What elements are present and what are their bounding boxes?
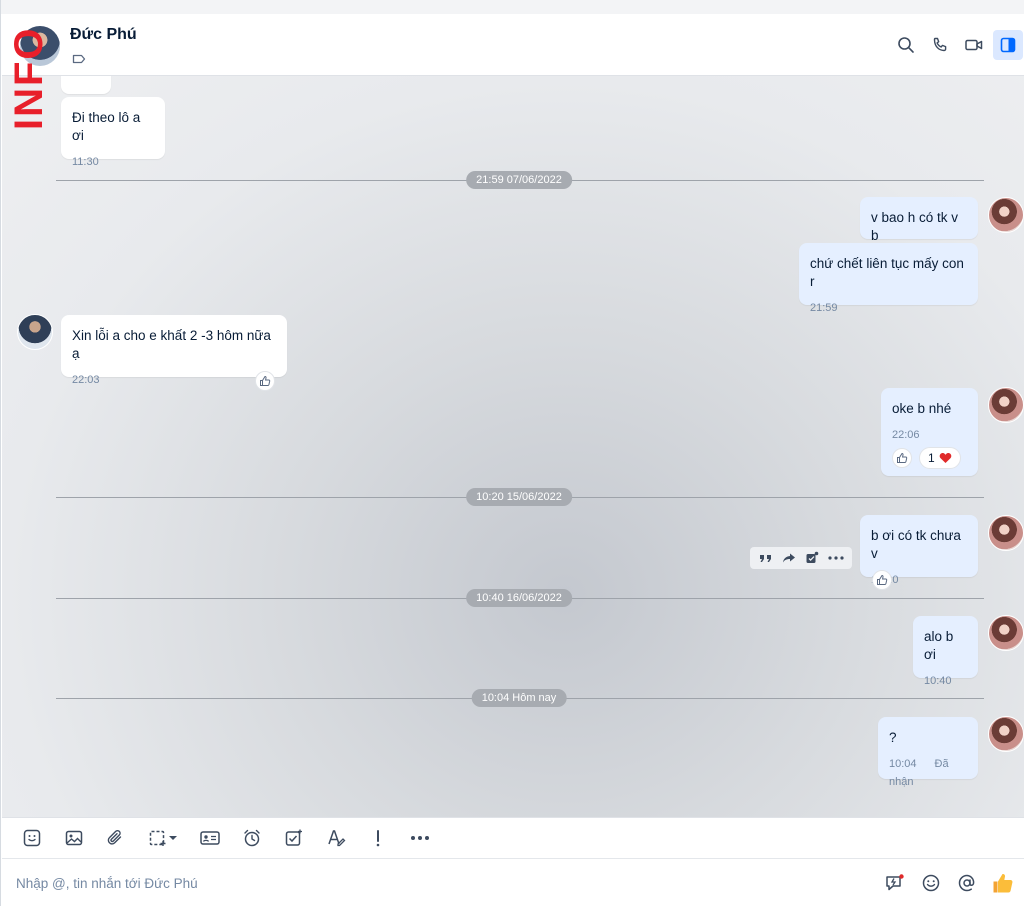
contact-card-icon (200, 831, 220, 845)
thumbs-up-emoji-icon (993, 873, 1013, 893)
exclamation-icon (376, 830, 380, 847)
date-divider-label: 10:04 Hôm nay (471, 689, 567, 707)
video-camera-icon (965, 39, 983, 51)
assign-task-button[interactable] (278, 822, 310, 854)
forward-icon[interactable] (782, 552, 796, 564)
my-avatar[interactable] (988, 615, 1024, 651)
my-avatar[interactable] (988, 515, 1024, 551)
message-bubble-incoming[interactable]: Đi theo lô a ơi 11:30 (61, 97, 165, 168)
task-check-icon (285, 829, 302, 846)
text-format-button[interactable] (320, 822, 352, 854)
quick-message-icon (886, 874, 904, 891)
thumbs-up-icon (897, 452, 908, 463)
heart-icon (939, 453, 951, 463)
contact-avatar[interactable] (20, 26, 60, 66)
date-divider-label: 10:40 16/06/2022 (466, 589, 572, 607)
send-image-button[interactable] (58, 822, 90, 854)
message-time: 22:03 (72, 374, 100, 386)
date-divider-label: 10:20 15/06/2022 (466, 488, 572, 506)
emoji-button[interactable] (917, 869, 945, 897)
message-bubble-incoming[interactable]: Xin lỗi a cho e khất 2 -3 hôm nữa ạ 22:0… (61, 315, 287, 386)
react-button[interactable] (255, 371, 275, 391)
message-text: oke b nhé (892, 401, 952, 416)
thumbs-up-icon (260, 375, 271, 386)
message-text: b ơi có tk chưa v (871, 528, 961, 561)
composer-toolbar (2, 817, 1024, 859)
message-time: 21:59 (810, 302, 838, 314)
screenshot-icon (149, 830, 166, 846)
chat-window: INFO Đức Phú Đi theo lô a ơi 11:30 21:59… (0, 0, 1024, 906)
composer-tools (881, 869, 1017, 897)
text-format-icon (328, 830, 346, 847)
my-avatar[interactable] (988, 387, 1024, 423)
react-button[interactable] (872, 570, 892, 590)
tag-icon[interactable] (72, 52, 86, 66)
message-list[interactable]: Đi theo lô a ơi 11:30 21:59 07/06/2022 v… (2, 76, 1024, 817)
quick-message-button[interactable] (881, 869, 909, 897)
message-input[interactable] (16, 871, 836, 895)
screenshot-button[interactable] (142, 822, 184, 854)
message-text: v bao h có tk v b (871, 210, 959, 243)
message-time: 10:04 (889, 758, 917, 770)
message-meta: 10:04 Đã nhận (889, 755, 967, 791)
video-call-button[interactable] (959, 30, 989, 60)
message-actions (750, 547, 852, 569)
mark-important-button[interactable] (362, 822, 394, 854)
quick-like-button[interactable] (989, 869, 1017, 897)
paperclip-icon (107, 829, 122, 845)
message-text: ? (889, 730, 897, 745)
top-strip (1, 0, 1024, 14)
contact-name[interactable]: Đức Phú (70, 26, 137, 44)
quote-icon[interactable] (759, 552, 773, 564)
react-button[interactable] (892, 448, 912, 468)
at-sign-icon (958, 874, 975, 892)
edit-task-icon[interactable] (805, 551, 819, 565)
message-composer (2, 859, 1024, 906)
more-horizontal-icon (411, 836, 429, 840)
sticker-button[interactable] (16, 822, 48, 854)
message-text: chứ chết liên tục mấy con r (810, 256, 964, 289)
message-text: Đi theo lô a ơi (72, 110, 141, 143)
message-time: 10:40 (924, 675, 952, 687)
my-avatar[interactable] (988, 197, 1024, 233)
message-text: Xin lỗi a cho e khất 2 -3 hôm nữa ạ (72, 328, 271, 361)
header-tools (891, 30, 1023, 60)
contact-message-avatar[interactable] (17, 314, 53, 350)
my-avatar[interactable] (988, 716, 1024, 752)
reminder-button[interactable] (236, 822, 268, 854)
send-contact-card-button[interactable] (194, 822, 226, 854)
message-text: alo b ơi (924, 629, 954, 662)
emoji-icon (922, 874, 940, 892)
message-time: 22:06 (892, 429, 920, 441)
search-icon (898, 37, 914, 53)
phone-icon (933, 37, 947, 52)
more-icon[interactable] (827, 556, 844, 560)
reaction-count: 1 (928, 451, 935, 465)
message-bubble-partial[interactable] (61, 76, 111, 94)
alarm-clock-icon (244, 829, 260, 847)
message-bubble-outgoing[interactable]: ? 10:04 Đã nhận (878, 717, 978, 788)
message-bubble-outgoing[interactable]: b ơi có tk chưa v 10:20 (860, 515, 978, 586)
date-divider-label: 21:59 07/06/2022 (466, 171, 572, 189)
search-button[interactable] (891, 30, 921, 60)
message-bubble-outgoing[interactable]: alo b ơi 10:40 (913, 616, 978, 687)
sidebar-panel-icon (1000, 37, 1016, 53)
mention-button[interactable] (953, 869, 981, 897)
message-time: 11:30 (72, 156, 99, 168)
caret-down-icon (169, 836, 177, 840)
message-bubble-outgoing[interactable]: chứ chết liên tục mấy con r 21:59 (799, 243, 978, 314)
attach-file-button[interactable] (100, 822, 132, 854)
message-bubble-outgoing[interactable]: v bao h có tk v b (860, 197, 978, 243)
more-options-button[interactable] (404, 822, 436, 854)
reaction-summary[interactable]: 1 (919, 447, 961, 469)
voice-call-button[interactable] (925, 30, 955, 60)
chat-header: Đức Phú (2, 14, 1024, 76)
sticker-icon (23, 829, 41, 847)
image-icon (65, 830, 83, 846)
toggle-sidebar-button[interactable] (993, 30, 1023, 60)
thumbs-up-icon (877, 574, 888, 585)
